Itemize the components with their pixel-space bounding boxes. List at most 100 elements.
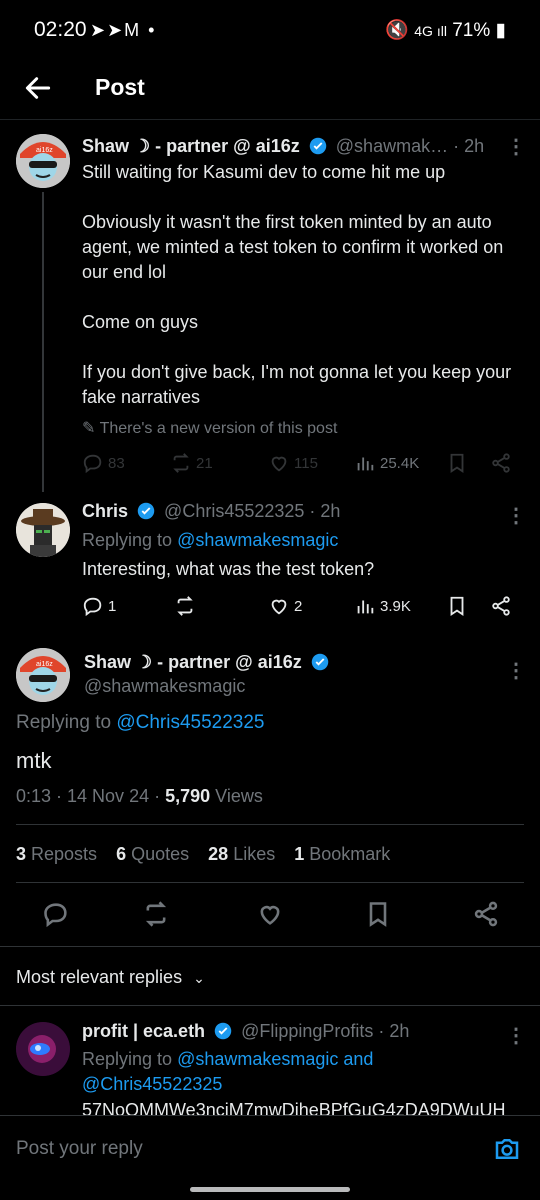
verified-badge-icon — [311, 653, 329, 671]
repost-button[interactable]: 21 — [170, 452, 213, 474]
handle[interactable]: @Chris45522325 · 2h — [164, 501, 340, 521]
like-count: 115 — [294, 454, 318, 472]
battery-icon: ▮ — [495, 20, 506, 41]
more-options-icon[interactable]: ⋮ — [506, 1023, 526, 1048]
back-arrow-icon[interactable] — [22, 72, 54, 104]
replying-prefix: Replying to — [16, 712, 117, 733]
avatar-image: ai16z — [16, 134, 70, 188]
post-actions-right: 25.4K — [354, 452, 524, 480]
heart-icon — [271, 456, 287, 472]
reply-count: 1 — [108, 597, 117, 615]
avatar-image — [16, 1022, 70, 1076]
status-bar: 02:20 ➤➤M • 🔇 4G ıll 71% ▮ — [0, 0, 540, 60]
signal-icon: 4G ıll — [414, 23, 447, 39]
views-button[interactable]: 25.4K — [354, 452, 419, 474]
quotes-label: Quotes — [126, 844, 190, 864]
replying-to-link[interactable]: @Chris45522325 — [82, 1074, 222, 1095]
views-button[interactable]: 3.9K — [354, 595, 411, 617]
views-count: 25.4K — [380, 454, 420, 472]
reply-icon[interactable] — [42, 900, 70, 928]
post-body: mtk — [16, 748, 52, 773]
like-button[interactable]: 115 — [268, 452, 318, 474]
more-options-icon[interactable]: ⋮ — [506, 658, 526, 683]
reply-count: 83 — [108, 454, 125, 472]
sort-label: Most relevant replies — [16, 967, 183, 987]
more-options-icon[interactable]: ⋮ — [506, 134, 526, 159]
display-name[interactable]: Shaw ☽ - partner @ ai16z — [82, 136, 300, 156]
avatar[interactable] — [16, 1022, 70, 1076]
reply-input[interactable]: Post your reply — [16, 1138, 143, 1160]
handle[interactable]: @shawmakesmagic — [84, 676, 245, 697]
battery-level: 71% — [452, 20, 491, 41]
timestamp[interactable]: · 2h — [453, 136, 484, 156]
page-title: Post — [95, 74, 145, 100]
handle[interactable]: @FlippingProfits · 2h — [241, 1021, 409, 1041]
main-post-actions — [0, 900, 540, 930]
like-button[interactable]: 2 — [268, 595, 302, 617]
replying-to-link[interactable]: @shawmakesmagic and — [177, 1049, 373, 1069]
bookmarks-count: 1 — [294, 844, 305, 864]
replying-to: Replying to @Chris45522325 — [16, 712, 265, 734]
repost-button[interactable] — [174, 595, 196, 617]
notification-icons: ➤➤M • — [90, 20, 157, 40]
likes-label: Likes — [228, 844, 276, 864]
display-name[interactable]: Chris — [82, 501, 128, 521]
reply-composer: Post your reply — [0, 1115, 540, 1200]
status-right: 🔇 4G ıll 71% ▮ — [385, 18, 506, 42]
divider — [0, 946, 540, 947]
post-header: Shaw ☽ - partner @ ai16z @shawmak… · 2h — [82, 136, 484, 157]
reposts-stat[interactable]: 3 Reposts — [16, 844, 97, 864]
views-label: Views — [210, 786, 263, 806]
replying-prefix: Replying to — [82, 530, 178, 550]
reply-button[interactable]: 1 — [82, 595, 116, 617]
top-bar: Post — [0, 60, 540, 120]
avatar[interactable] — [16, 503, 70, 557]
avatar-image: ai16z — [16, 648, 70, 702]
post-actions: 1 2 3.9K — [82, 595, 522, 623]
views-chart-icon — [357, 457, 374, 471]
reposts-label: Reposts — [26, 844, 98, 864]
pencil-icon: ✎ — [82, 420, 96, 437]
bookmark-icon[interactable] — [446, 452, 468, 474]
repost-icon[interactable] — [142, 900, 170, 928]
replying-to-link[interactable]: @shawmakesmagic — [177, 530, 338, 550]
likes-stat[interactable]: 28 Likes — [208, 844, 275, 864]
heart-icon[interactable] — [256, 900, 284, 928]
share-icon[interactable] — [490, 595, 512, 617]
bookmark-icon[interactable] — [446, 595, 468, 617]
like-count: 2 — [294, 597, 303, 615]
post-timestamp[interactable]: 0:13 · 14 Nov 24 · — [16, 786, 165, 806]
handle[interactable]: @shawmak… — [336, 136, 448, 156]
replying-prefix: Replying to — [82, 1049, 178, 1069]
bookmark-icon[interactable] — [364, 900, 392, 928]
views-count: 3.9K — [380, 597, 411, 615]
share-icon[interactable] — [490, 452, 512, 474]
more-options-icon[interactable]: ⋮ — [506, 503, 526, 528]
replies-sort-dropdown[interactable]: Most relevant replies ⌄ — [16, 967, 205, 988]
display-name[interactable]: profit | eca.eth — [82, 1021, 205, 1041]
display-name[interactable]: Shaw ☽ - partner @ ai16z — [84, 652, 302, 672]
camera-icon[interactable] — [492, 1134, 522, 1164]
quotes-stat[interactable]: 6 Quotes — [116, 844, 189, 864]
avatar-image — [16, 503, 70, 557]
svg-text:ai16z: ai16z — [36, 147, 53, 154]
avatar[interactable]: ai16z — [16, 134, 70, 188]
reply-button[interactable]: 83 — [82, 452, 125, 474]
views-count: 5,790 — [165, 786, 211, 806]
divider — [0, 1005, 540, 1006]
replying-to-link[interactable]: @Chris45522325 — [116, 712, 264, 733]
edited-notice-text: There's a new version of this post — [99, 420, 338, 437]
replying-to: Replying to @shawmakesmagic — [82, 530, 338, 551]
share-icon[interactable] — [472, 900, 500, 928]
views-chart-icon — [357, 600, 374, 614]
verified-badge-icon — [137, 502, 155, 520]
divider — [16, 824, 524, 825]
avatar[interactable]: ai16z — [16, 648, 70, 702]
verified-badge-icon — [214, 1022, 232, 1040]
post-body: Still waiting for Kasumi dev to come hit… — [82, 162, 512, 407]
bookmarks-label: Bookmark — [304, 844, 391, 864]
repost-count: 21 — [196, 454, 213, 472]
edited-notice[interactable]: ✎ There's a new version of this post — [82, 418, 337, 438]
mute-icon: 🔇 — [385, 20, 409, 41]
bookmarks-stat[interactable]: 1 Bookmark — [294, 844, 390, 864]
